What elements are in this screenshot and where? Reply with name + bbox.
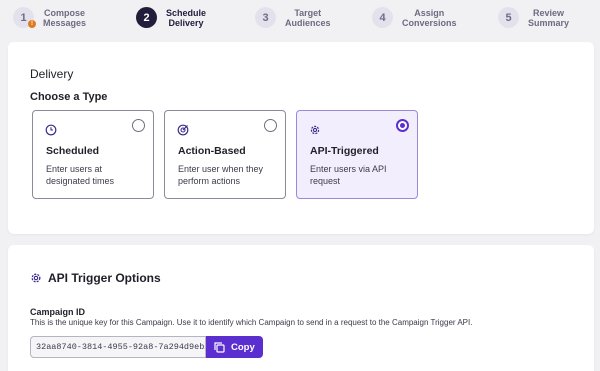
- tile-description: Enter user when they perform actions: [178, 164, 264, 186]
- warning-icon: !: [28, 20, 36, 28]
- copy-icon: [214, 341, 225, 353]
- progress-stepper: 1 ! Compose Messages 2 Schedule Delivery…: [0, 0, 600, 40]
- delivery-type-action-based[interactable]: Action-Based Enter user when they perfor…: [164, 110, 286, 199]
- campaign-id-help: This is the unique key for this Campaign…: [30, 318, 473, 327]
- step-compose-messages[interactable]: 1 ! Compose Messages: [13, 7, 86, 28]
- radio-button-selected[interactable]: [396, 119, 409, 132]
- copy-button-label: Copy: [231, 341, 255, 353]
- target-icon: [177, 124, 189, 136]
- tile-description: Enter users at designated times: [46, 164, 115, 186]
- campaign-id-field[interactable]: 32aa8740-3814-4955-92a8-7a294d9eb…: [30, 336, 206, 358]
- api-trigger-title: API Trigger Options: [48, 271, 161, 285]
- step-label: Compose Messages: [43, 7, 87, 28]
- step-schedule-delivery[interactable]: 2 Schedule Delivery: [136, 7, 206, 28]
- delivery-type-api-triggered[interactable]: API-Triggered Enter users via API reques…: [296, 110, 418, 199]
- step-label: Schedule Delivery: [166, 7, 207, 28]
- step-number: 3: [255, 7, 276, 28]
- step-label: Target Audiences: [285, 7, 331, 28]
- step-number: 5: [498, 7, 519, 28]
- delivery-card: Delivery Choose a Type Scheduled Enter u…: [8, 42, 594, 234]
- step-number: 2: [136, 7, 157, 28]
- choose-type-label: Choose a Type: [30, 91, 108, 103]
- delivery-title: Delivery: [30, 67, 74, 81]
- step-label: Review Summary: [528, 7, 570, 28]
- radio-button[interactable]: [132, 119, 145, 132]
- copy-button[interactable]: Copy: [206, 336, 263, 358]
- api-trigger-header: API Trigger Options: [30, 271, 161, 285]
- step-review-summary[interactable]: 5 Review Summary: [498, 7, 569, 28]
- step-number: 4: [372, 7, 393, 28]
- tile-title: API-Triggered: [310, 145, 379, 157]
- step-label: Assign Conversions: [402, 7, 457, 28]
- gear-icon: [31, 273, 41, 283]
- tile-title: Action-Based: [178, 145, 246, 157]
- clock-icon: [45, 124, 57, 136]
- step-assign-conversions[interactable]: 4 Assign Conversions: [372, 7, 457, 28]
- step-number: 1 !: [13, 7, 36, 28]
- step-target-audiences[interactable]: 3 Target Audiences: [255, 7, 331, 28]
- radio-button[interactable]: [264, 119, 277, 132]
- campaign-id-label: Campaign ID: [30, 307, 86, 317]
- tile-title: Scheduled: [46, 145, 100, 157]
- gear-icon: [310, 125, 320, 135]
- delivery-type-scheduled[interactable]: Scheduled Enter users at designated time…: [32, 110, 154, 199]
- tile-description: Enter users via API request: [310, 164, 387, 186]
- api-trigger-card: API Trigger Options Campaign ID This is …: [8, 245, 594, 371]
